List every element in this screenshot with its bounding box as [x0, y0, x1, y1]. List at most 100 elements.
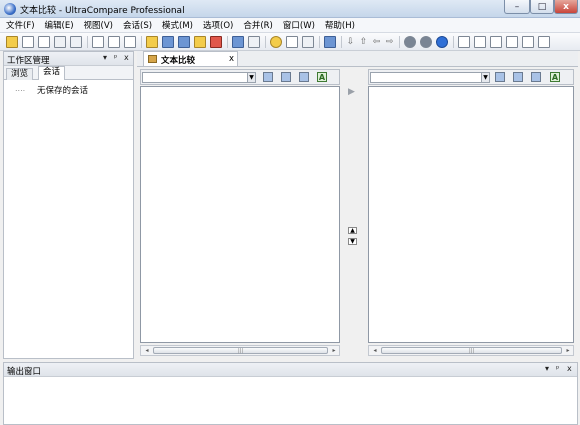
split-vertical-icon[interactable] — [232, 35, 244, 48]
grid-icon[interactable] — [324, 35, 336, 48]
list-icon[interactable] — [124, 35, 136, 48]
document-icon[interactable] — [286, 35, 298, 48]
menu-help[interactable]: 帮助(H) — [325, 19, 355, 31]
left-text-pane[interactable] — [140, 86, 340, 343]
right-arrow-icon[interactable]: ⇨ — [385, 37, 394, 47]
left-pane-toolbar: ▼ A — [140, 69, 340, 85]
menu-session[interactable]: 会话(S) — [123, 19, 152, 31]
toolbar-separator — [399, 35, 400, 48]
tab-session[interactable]: 会话 — [38, 66, 66, 80]
menu-view[interactable]: 视图(V) — [84, 19, 113, 31]
close-icon[interactable]: x — [567, 364, 572, 373]
sync-down-icon[interactable]: ▼ — [348, 238, 357, 245]
sync-icon[interactable] — [178, 35, 190, 48]
menu-mode[interactable]: 模式(M) — [162, 19, 193, 31]
tab-text-compare[interactable]: 文本比较 x — [143, 51, 238, 66]
sync-up-icon[interactable]: ▲ — [348, 227, 357, 234]
save-icon[interactable] — [70, 35, 82, 48]
window-2-icon[interactable] — [474, 35, 486, 48]
asterisk-icon[interactable] — [92, 35, 104, 48]
toolbar-separator — [453, 35, 454, 48]
output-title: 输出窗口 — [7, 367, 42, 377]
window-6-icon[interactable] — [538, 35, 550, 48]
swap-icon[interactable] — [531, 72, 541, 82]
toolbar-separator — [341, 35, 342, 48]
left-arrow-icon[interactable]: ⇦ — [372, 37, 381, 47]
window-4-icon[interactable] — [506, 35, 518, 48]
toolbar-separator — [265, 35, 266, 48]
refresh-icon[interactable] — [194, 35, 206, 48]
output-panel: 输出窗口 ▾ ᵖ x — [3, 362, 578, 425]
output-header: 输出窗口 ▾ ᵖ x — [4, 363, 577, 377]
workspace-tabs: 浏览 会话 — [4, 66, 133, 80]
play-icon[interactable]: ▶ — [348, 87, 355, 97]
back-icon[interactable] — [404, 35, 416, 48]
menu-file[interactable]: 文件(F) — [6, 19, 35, 31]
close-tab-icon[interactable]: x — [229, 54, 234, 64]
menu-window[interactable]: 窗口(W) — [283, 19, 315, 31]
workspace-panel: 工作区管理 ▾ ᵖ x 浏览 会话 .... 无保存的会话 — [3, 51, 134, 359]
menu-merge[interactable]: 合并(R) — [243, 19, 273, 31]
menu-edit[interactable]: 编辑(E) — [45, 19, 74, 31]
left-horizontal-scrollbar[interactable]: ◂ ||| ▸ — [140, 345, 340, 356]
scroll-left-icon[interactable]: ◂ — [142, 346, 152, 355]
open-file-icon[interactable] — [22, 35, 34, 48]
right-file-select[interactable]: ▼ — [370, 72, 490, 83]
chevron-down-icon[interactable]: ▾ — [103, 53, 107, 62]
tab-label: 文本比较 — [161, 56, 196, 66]
folder-compare-icon[interactable] — [162, 35, 174, 48]
title-bar: 文本比较 - UltraCompare Professional – □ x — [0, 0, 580, 18]
print-icon[interactable] — [54, 35, 66, 48]
smile-icon[interactable] — [270, 35, 282, 48]
compare-icon[interactable] — [146, 35, 158, 48]
close-button[interactable]: x — [554, 0, 578, 14]
info-icon[interactable] — [436, 35, 448, 48]
scroll-thumb[interactable]: ||| — [153, 347, 328, 354]
swap-icon[interactable] — [299, 72, 309, 82]
right-horizontal-scrollbar[interactable]: ◂ ||| ▸ — [368, 345, 574, 356]
tab-browse[interactable]: 浏览 — [6, 68, 34, 80]
left-file-select[interactable]: ▼ — [142, 72, 256, 83]
window-5-icon[interactable] — [522, 35, 534, 48]
scroll-right-icon[interactable]: ▸ — [329, 346, 339, 355]
tree-line: .... — [15, 84, 26, 93]
scroll-left-icon[interactable]: ◂ — [370, 346, 380, 355]
open-folder-icon[interactable] — [263, 72, 273, 82]
copy-icon[interactable] — [38, 35, 50, 48]
record-icon[interactable] — [210, 35, 222, 48]
chevron-down-icon[interactable]: ▾ — [545, 364, 549, 373]
text-a-icon[interactable]: A — [550, 72, 560, 82]
maximize-button[interactable]: □ — [530, 0, 554, 14]
menu-options[interactable]: 选项(O) — [203, 19, 233, 31]
toolbar-separator — [87, 35, 88, 48]
chevron-down-icon[interactable]: ▼ — [247, 73, 255, 82]
pin-icon[interactable]: ᵖ — [114, 53, 117, 62]
toolbar: ⇩ ⇧ ⇦ ⇨ — [0, 33, 580, 51]
right-text-pane[interactable] — [368, 86, 574, 343]
session-list-item[interactable]: 无保存的会话 — [37, 84, 88, 96]
window-title: 文本比较 - UltraCompare Professional — [20, 6, 185, 16]
close-icon[interactable]: x — [124, 53, 129, 62]
scroll-right-icon[interactable]: ▸ — [563, 346, 573, 355]
text-a-icon[interactable]: A — [317, 72, 327, 82]
menu-bar: 文件(F) 编辑(E) 视图(V) 会话(S) 模式(M) 选项(O) 合并(R… — [0, 18, 580, 33]
window-3-icon[interactable] — [490, 35, 502, 48]
new-file-icon[interactable] — [6, 35, 18, 48]
app-icon — [4, 3, 16, 15]
forward-icon[interactable] — [420, 35, 432, 48]
scroll-thumb[interactable]: ||| — [381, 347, 562, 354]
window-1-icon[interactable] — [458, 35, 470, 48]
ignore-icon[interactable] — [302, 35, 314, 48]
save-pane-icon[interactable] — [281, 72, 291, 82]
compare-doc-icon — [148, 55, 157, 63]
document-area: 文本比较 x ▼ A ◂ ||| ▸ ▶ ▲ ▼ ▼ A ◂ ||| ▸ — [137, 51, 578, 359]
minimize-button[interactable]: – — [504, 0, 530, 14]
pin-icon[interactable]: ᵖ — [556, 364, 559, 373]
merge-icon[interactable] — [108, 35, 120, 48]
chevron-down-icon[interactable]: ▼ — [481, 73, 489, 82]
up-arrow-icon[interactable]: ⇧ — [359, 37, 368, 47]
open-folder-icon[interactable] — [495, 72, 505, 82]
save-pane-icon[interactable] — [513, 72, 523, 82]
split-horizontal-icon[interactable] — [248, 35, 260, 48]
down-arrow-icon[interactable]: ⇩ — [346, 37, 355, 47]
